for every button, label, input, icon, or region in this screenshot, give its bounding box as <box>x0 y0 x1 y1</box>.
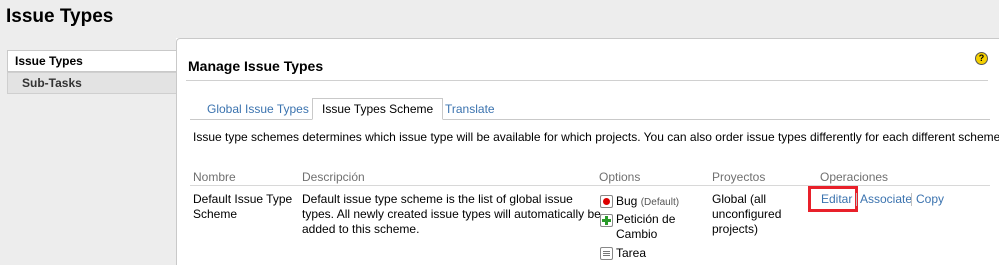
description-line: Default issue type scheme is the list of… <box>302 192 573 206</box>
default-badge: (Default) <box>640 197 680 208</box>
separator <box>856 193 857 206</box>
scheme-projects: Global (all unconfigured projects) <box>712 192 781 237</box>
associate-link[interactable]: Associate <box>860 192 912 206</box>
option-item-bug: Bug (Default) <box>616 194 679 210</box>
option-label: Bug <box>616 194 638 208</box>
scheme-name-line: Default Issue Type <box>193 192 293 206</box>
sidebar-item-sub-tasks[interactable]: Sub-Tasks <box>7 72 176 94</box>
column-header-descripcion: Descripción <box>302 170 365 184</box>
table-header-divider <box>190 185 990 186</box>
sidebar: Issue Types Sub-Tasks <box>0 38 176 265</box>
tabs-divider <box>190 119 990 120</box>
section-title: Manage Issue Types <box>188 58 324 74</box>
copy-link[interactable]: Copy <box>916 192 944 206</box>
help-icon[interactable]: ? <box>975 52 988 65</box>
column-header-options: Options <box>599 170 641 184</box>
scheme-description: Default issue type scheme is the list of… <box>302 192 601 237</box>
page-title: Issue Types <box>6 6 114 27</box>
description-line: added to this scheme. <box>302 222 420 236</box>
tab-issue-types-scheme[interactable]: Issue Types Scheme <box>312 98 444 120</box>
option-item-change-request: Petición de Cambio <box>616 212 675 242</box>
sidebar-item-issue-types[interactable]: Issue Types <box>7 50 176 72</box>
scheme-name-line: Scheme <box>193 207 238 221</box>
option-item-task: Tarea <box>616 246 647 260</box>
column-header-operaciones: Operaciones <box>820 170 889 184</box>
scheme-name: Default Issue Type Scheme <box>193 192 292 222</box>
option-label: Cambio <box>616 227 658 241</box>
change-request-icon <box>600 214 613 227</box>
projects-line: Global (all <box>712 192 767 206</box>
intro-text: Issue type schemes determines which issu… <box>193 130 999 144</box>
edit-link[interactable]: Editar <box>821 192 852 206</box>
column-header-proyectos: Proyectos <box>712 170 766 184</box>
tab-translate[interactable]: Translate <box>445 99 495 119</box>
column-header-nombre: Nombre <box>193 170 236 184</box>
task-icon <box>600 247 613 260</box>
projects-line: projects) <box>712 222 759 236</box>
option-label: Petición de <box>616 212 676 226</box>
projects-line: unconfigured <box>712 207 782 221</box>
bug-icon <box>600 195 613 208</box>
page-header <box>0 0 999 38</box>
separator <box>911 193 912 206</box>
tab-global-issue-types[interactable]: Global Issue Types <box>207 99 309 119</box>
description-line: types. All newly created issue types wil… <box>302 207 601 221</box>
divider <box>186 80 988 81</box>
